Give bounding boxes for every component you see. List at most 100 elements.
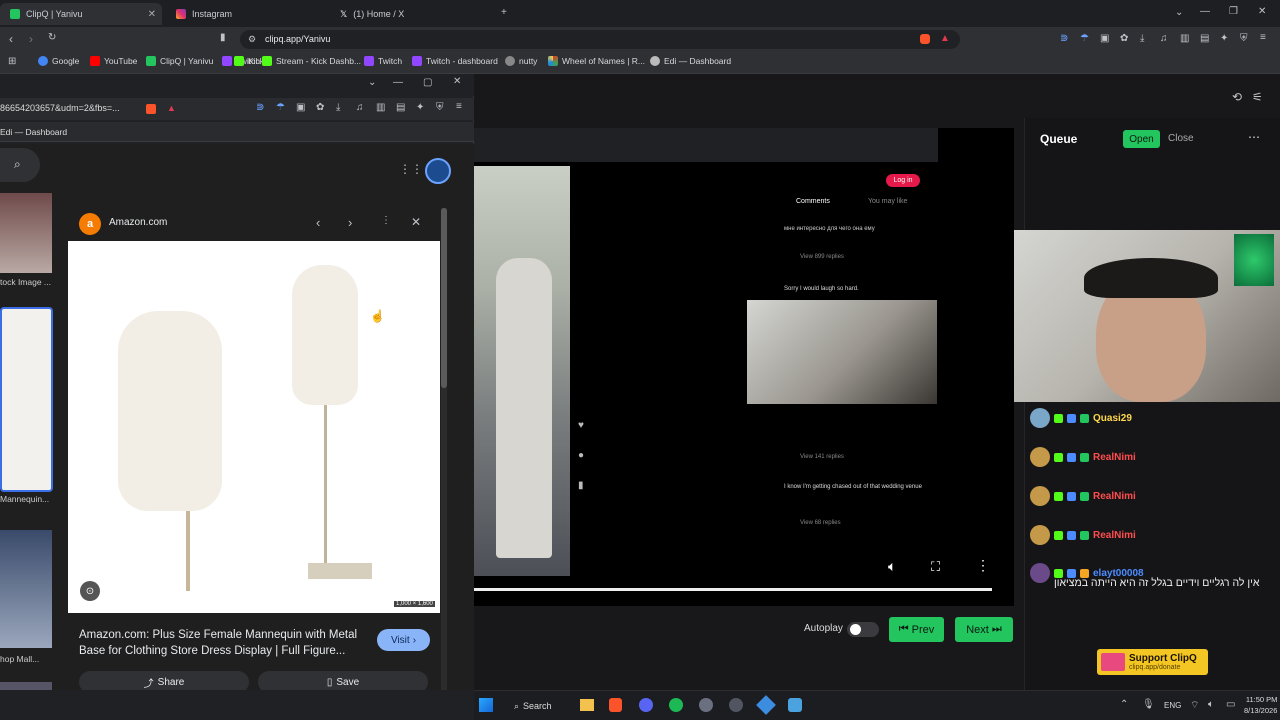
maximize-icon[interactable]: ▢ (423, 77, 432, 88)
bookmark-kick-dashboard[interactable]: Stream - Kick Dashb... (262, 56, 361, 66)
brave-shield-icon[interactable] (920, 34, 930, 44)
minimize-icon[interactable]: — (393, 77, 403, 88)
support-clipq-button[interactable]: Support ClipQ clipq.app/donate (1097, 649, 1208, 675)
history-icon[interactable]: ⟲ (1232, 90, 1242, 104)
vpn-icon[interactable]: ⛨ (436, 102, 444, 113)
lens-icon[interactable]: ⊙ (80, 581, 100, 601)
tray-chevron-icon[interactable]: ⌃ (1120, 699, 1128, 710)
more-options-icon[interactable]: ⋯ (1248, 130, 1260, 144)
leo-icon[interactable]: ✦ (416, 102, 424, 113)
sidebar-icon[interactable]: ▥ (376, 102, 385, 113)
bookmark-wheel[interactable]: Wheel of Names | R... (548, 56, 645, 66)
google-apps-icon[interactable]: ⋮⋮ (399, 162, 423, 176)
fullscreen-icon[interactable]: ⛶ (931, 559, 940, 575)
screenshot-icon[interactable]: ▣ (1100, 33, 1109, 44)
queue-open-button[interactable]: Open (1123, 130, 1160, 148)
view-replies-link[interactable]: View 68 replies (800, 520, 841, 526)
tab-instagram[interactable]: Instagram (166, 3, 328, 25)
extensions-icon[interactable]: ✿ (316, 102, 324, 113)
more-icon[interactable]: ⋮ (976, 557, 990, 574)
chat-username[interactable]: RealNimi (1093, 452, 1136, 463)
brave-rewards-icon[interactable]: ▲ (940, 33, 950, 44)
language-indicator[interactable]: ENG (1164, 701, 1181, 710)
result-title[interactable]: Amazon.com: Plus Size Female Mannequin w… (79, 627, 369, 659)
bookmark-edi[interactable]: Edi — Dashboard (650, 56, 731, 66)
may-like-tab[interactable]: You may like (868, 198, 907, 205)
extension-icon[interactable]: ⋑ (256, 102, 264, 113)
bookmark-twitch-2[interactable]: Twitch (364, 56, 402, 66)
view-replies-link[interactable]: View 899 replies (800, 254, 844, 260)
prev-button[interactable]: ⏮ Prev (889, 617, 944, 642)
view-replies-link[interactable]: View 141 replies (800, 454, 844, 460)
reload-icon[interactable]: ↻ (48, 32, 56, 43)
download-icon[interactable]: ⤓ (336, 102, 340, 113)
comment-icon[interactable]: ● (578, 450, 584, 461)
tab-clipq[interactable]: ClipQ | Yanivu ✕ (0, 3, 162, 25)
wallet-icon[interactable]: ▤ (396, 102, 405, 113)
vpn-icon[interactable]: ⛨ (1240, 33, 1248, 44)
scrollbar-thumb[interactable] (441, 208, 447, 388)
close-window-icon[interactable]: ✕ (453, 76, 461, 87)
bookmark-google[interactable]: Google (38, 56, 79, 66)
bookmark-icon[interactable]: ▮ (220, 32, 226, 43)
brave-shield-icon[interactable] (146, 104, 156, 114)
tab-x[interactable]: 𝕏 (1) Home / X (330, 3, 492, 25)
scrollbar[interactable] (441, 208, 447, 690)
close-tab-icon[interactable]: ✕ (148, 9, 156, 20)
brave-rewards-icon[interactable]: ▲ (167, 103, 176, 113)
bookmark-kick-item[interactable]: Kick (234, 56, 264, 66)
queue-close-button[interactable]: Close (1168, 133, 1194, 144)
search-box[interactable]: ⌕ (0, 148, 40, 182)
app-icon[interactable] (699, 698, 713, 712)
media-icon[interactable]: ♫ (1160, 33, 1168, 44)
like-icon[interactable]: ♥ (578, 420, 584, 431)
leo-icon[interactable]: ✦ (1220, 33, 1228, 44)
close-window-icon[interactable]: ✕ (1258, 6, 1266, 17)
window-address-bar[interactable]: 86654203657&udm=2&fbs=... ▲ ⋑ ☂ ▣ ✿ ⤓ ♫ … (0, 98, 474, 120)
preview-image[interactable]: ☝ ⊙ 1,000 × 1,600 (68, 241, 440, 613)
brave-icon[interactable] (609, 698, 622, 712)
more-options-icon[interactable]: ⋮ (381, 215, 391, 226)
visit-button[interactable]: Visit › (377, 629, 430, 651)
chevron-down-icon[interactable]: ⌄ (368, 77, 376, 88)
login-button[interactable]: Log in (886, 174, 920, 187)
close-preview-icon[interactable]: ✕ (411, 215, 421, 229)
steam-icon[interactable] (788, 698, 802, 712)
volume-icon[interactable]: 🔈︎ (888, 558, 896, 575)
previous-image-icon[interactable]: ‹ (316, 215, 320, 230)
microphone-icon[interactable]: 🎙︎ (1142, 699, 1155, 710)
address-bar[interactable]: ⚙ clipq.app/Yanivu (240, 30, 960, 49)
menu-icon[interactable]: ≡ (1260, 32, 1266, 43)
minimize-icon[interactable]: — (1200, 6, 1210, 17)
media-icon[interactable]: ♫ (356, 102, 364, 113)
bookmark-video-icon[interactable]: ▮ (578, 480, 584, 491)
bookmark-twitch-dashboard[interactable]: Twitch - dashboard (412, 56, 498, 66)
progress-bar[interactable] (474, 588, 992, 591)
file-explorer-icon[interactable] (580, 699, 594, 711)
bookmark-edi[interactable]: Edi — Dashboard (0, 127, 67, 137)
apps-icon[interactable]: ⊞ (8, 56, 16, 67)
forward-icon[interactable]: › (29, 32, 33, 46)
sidebar-icon[interactable]: ▥ (1180, 33, 1189, 44)
tab-search-icon[interactable]: ⌄ (1175, 7, 1183, 18)
autoplay-toggle[interactable] (847, 622, 879, 637)
comments-tab[interactable]: Comments (796, 198, 830, 205)
video-player[interactable]: Log in Comments You may like мне интерес… (474, 128, 1014, 606)
clock[interactable]: 11:50 PM 8/13/2026 (1244, 694, 1277, 716)
translate-icon[interactable]: ☂ (276, 102, 285, 113)
source-label[interactable]: Amazon.com (109, 217, 167, 228)
result-thumbnail[interactable] (0, 682, 52, 690)
speaker-icon[interactable]: 🔈︎ (1208, 699, 1214, 710)
back-icon[interactable]: ‹ (9, 32, 13, 46)
bookmark-clipq[interactable]: ClipQ | Yanivu (146, 56, 213, 66)
settings-sliders-icon[interactable]: ⚟ (1252, 90, 1263, 104)
menu-icon[interactable]: ≡ (456, 101, 462, 112)
obs-icon[interactable] (729, 698, 743, 712)
translate-icon[interactable]: ☂ (1080, 33, 1089, 44)
extensions-icon[interactable]: ✿ (1120, 33, 1128, 44)
chat-username[interactable]: Quasi29 (1093, 413, 1132, 424)
next-image-icon[interactable]: › (348, 215, 352, 230)
new-tab-icon[interactable]: + (501, 7, 507, 18)
chat-username[interactable]: RealNimi (1093, 491, 1136, 502)
chat-username[interactable]: RealNimi (1093, 530, 1136, 541)
